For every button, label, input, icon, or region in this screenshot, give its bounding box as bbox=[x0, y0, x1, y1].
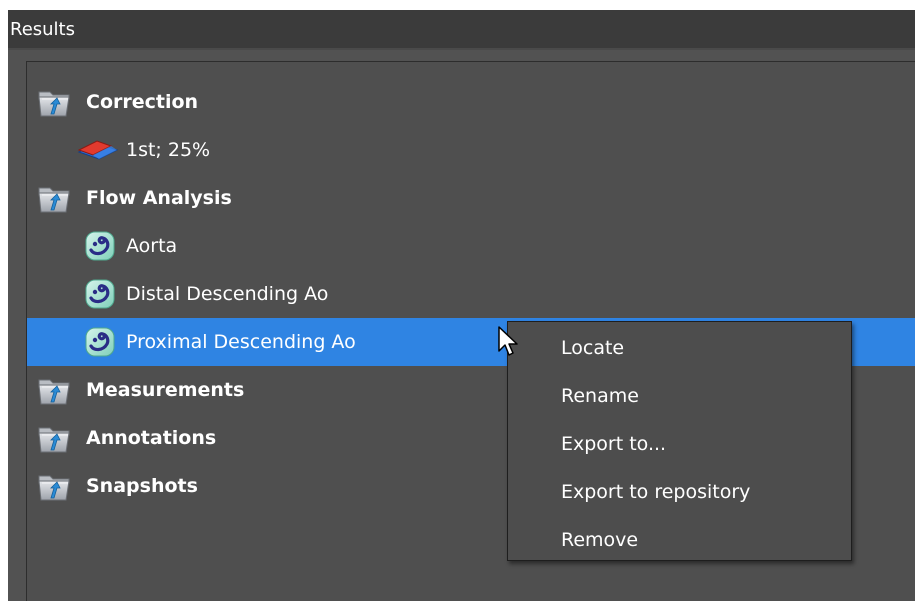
context-menu: Locate Rename Export to... Export to rep… bbox=[507, 321, 852, 561]
menu-item-locate[interactable]: Locate bbox=[508, 324, 851, 372]
folder-icon bbox=[37, 470, 73, 502]
menu-item-export-to-repository[interactable]: Export to repository bbox=[508, 468, 851, 516]
tree-item-aorta[interactable]: Aorta bbox=[27, 222, 915, 270]
mouse-cursor-icon bbox=[498, 326, 518, 356]
tree-node-correction[interactable]: Correction bbox=[27, 78, 915, 126]
tree-node-label: Snapshots bbox=[86, 475, 198, 497]
menu-item-rename[interactable]: Rename bbox=[508, 372, 851, 420]
folder-icon bbox=[37, 86, 73, 118]
tree-item-correction-1st[interactable]: 1st; 25% bbox=[27, 126, 915, 174]
tree-item-label: Aorta bbox=[126, 235, 178, 257]
menu-item-remove[interactable]: Remove bbox=[508, 516, 851, 564]
flow-icon bbox=[84, 326, 116, 358]
flow-icon bbox=[84, 278, 116, 310]
folder-icon bbox=[37, 374, 73, 406]
tree-node-label: Correction bbox=[86, 91, 199, 113]
tree-item-label: Distal Descending Ao bbox=[126, 283, 329, 305]
window-title: Results bbox=[8, 10, 915, 48]
tree-item-distal-descending-ao[interactable]: Distal Descending Ao bbox=[27, 270, 915, 318]
tree-node-label: Flow Analysis bbox=[86, 187, 232, 209]
folder-icon bbox=[37, 182, 73, 214]
tree-node-label: Measurements bbox=[86, 379, 245, 401]
tree-node-flow-analysis[interactable]: Flow Analysis bbox=[27, 174, 915, 222]
tree-item-label: 1st; 25% bbox=[126, 139, 211, 161]
tree-item-label: Proximal Descending Ao bbox=[126, 331, 356, 353]
correction-layers-icon bbox=[77, 140, 119, 160]
flow-icon bbox=[84, 230, 116, 262]
tree-node-label: Annotations bbox=[86, 427, 217, 449]
menu-item-export-to[interactable]: Export to... bbox=[508, 420, 851, 468]
title-divider bbox=[8, 48, 915, 50]
folder-icon bbox=[37, 422, 73, 454]
